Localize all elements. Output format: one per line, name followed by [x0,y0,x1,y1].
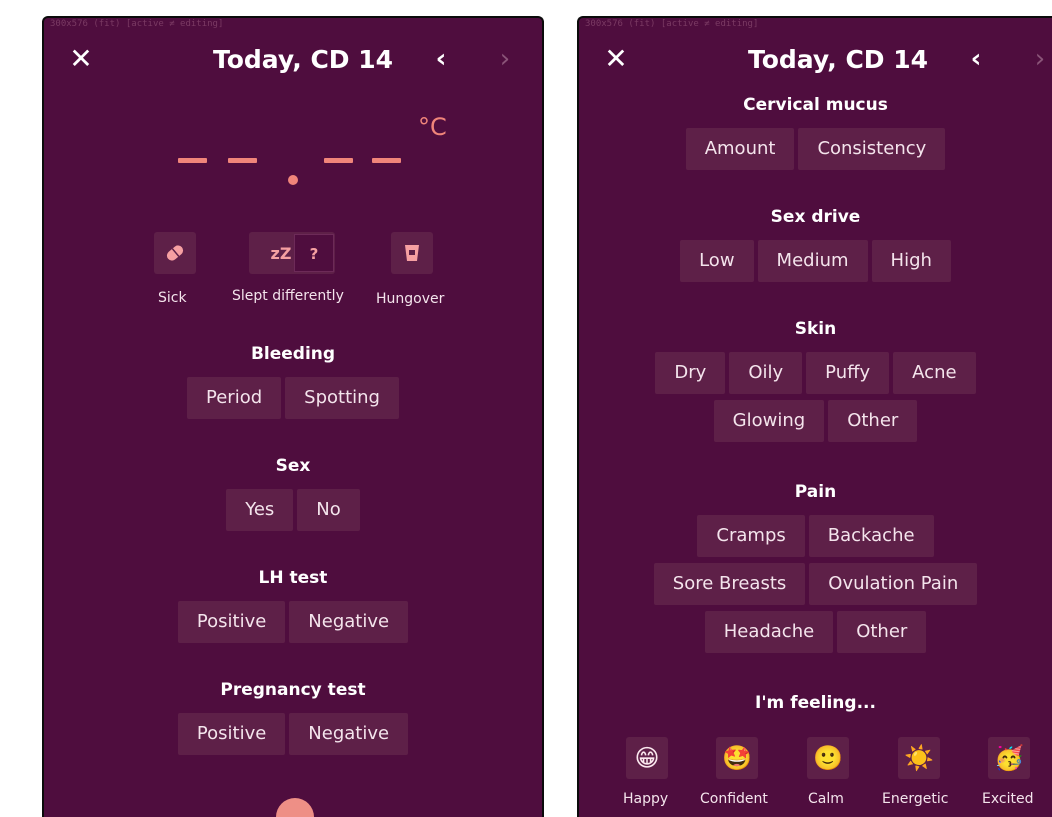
pregnancy-test-option-positive[interactable]: Positive [177,713,286,755]
temperature-digit-placeholder [324,158,353,163]
mood-confident-label: Confident [700,791,768,807]
lh-test-option-negative[interactable]: Negative [289,601,409,643]
mood-confident-button[interactable]: 🤩 [716,737,758,779]
skin-option-other[interactable]: Other [828,400,918,442]
pain-options-row1: Cramps Backache [579,515,1052,557]
skin-title: Skin [794,319,837,339]
next-day-icon[interactable]: › [1028,42,1052,78]
debug-overlay-text: 300x576 (fit) [active ≠ editing] [585,19,759,29]
skin-option-oily[interactable]: Oily [729,352,803,394]
mood-excited-label: Excited [982,791,1034,807]
previous-day-icon[interactable]: ‹ [964,42,988,78]
mood-happy-label: Happy [623,791,669,807]
header: ✕ Today, CD 14 ‹ › [579,42,1052,78]
pain-option-other[interactable]: Other [837,611,927,653]
temperature-unit: °C [418,113,447,141]
sick-label: Sick [158,290,187,306]
hungover-label: Hungover [376,291,445,307]
pain-option-headache[interactable]: Headache [704,611,834,653]
save-fab-button[interactable] [276,798,314,817]
feeling-title: I'm feeling... [755,693,876,713]
pill-icon [166,245,184,261]
sex-options: Yes No [44,489,542,531]
mood-energetic-label: Energetic [882,791,949,807]
sleep-icon: zZ [270,243,292,263]
sex-drive-option-high[interactable]: High [871,240,951,282]
debug-overlay-text: 300x576 (fit) [active ≠ editing] [50,19,224,29]
party-emoji-icon: 🥳 [994,744,1024,772]
pain-option-cramps[interactable]: Cramps [697,515,805,557]
skin-option-dry[interactable]: Dry [655,352,726,394]
sex-drive-option-medium[interactable]: Medium [757,240,868,282]
happy-emoji-icon: 😁 [634,744,660,772]
pain-option-backache[interactable]: Backache [808,515,934,557]
skin-options-row2: Glowing Other [579,400,1052,442]
close-icon[interactable]: ✕ [66,42,96,78]
previous-day-icon[interactable]: ‹ [429,42,453,78]
pregnancy-test-option-negative[interactable]: Negative [289,713,409,755]
page-title: Today, CD 14 [748,45,929,74]
glass-icon [405,245,419,261]
lh-test-title: LH test [258,568,328,588]
bleeding-title: Bleeding [250,344,336,364]
temperature-digit-placeholder [178,158,207,163]
pregnancy-test-title: Pregnancy test [220,680,366,700]
lh-test-options: Positive Negative [44,601,542,643]
sun-emoji-icon: ☀️ [904,744,934,772]
star-struck-emoji-icon: 🤩 [722,744,752,772]
header: ✕ Today, CD 14 ‹ › [44,42,542,78]
sex-title: Sex [275,456,311,476]
temperature-digit-placeholder [228,158,257,163]
sick-toggle[interactable] [154,232,196,274]
page-title: Today, CD 14 [213,45,394,74]
smile-emoji-icon: 🙂 [813,744,843,772]
cervical-mucus-option-amount[interactable]: Amount [685,128,795,170]
lh-test-option-positive[interactable]: Positive [177,601,286,643]
sex-option-yes[interactable]: Yes [226,489,294,531]
skin-option-puffy[interactable]: Puffy [806,352,890,394]
pain-options-row3: Headache Other [579,611,1052,653]
mood-happy-button[interactable]: 😁 [626,737,668,779]
sex-drive-title: Sex drive [770,207,861,227]
pain-options-row2: Sore Breasts Ovulation Pain [579,563,1052,605]
sex-drive-option-low[interactable]: Low [680,240,754,282]
mood-calm-button[interactable]: 🙂 [807,737,849,779]
skin-option-acne[interactable]: Acne [893,352,976,394]
skin-options-row1: Dry Oily Puffy Acne [579,352,1052,394]
sex-drive-options: Low Medium High [579,240,1052,282]
mood-excited-button[interactable]: 🥳 [988,737,1030,779]
unknown-badge[interactable]: ? [294,234,334,272]
temperature-input[interactable]: °C [178,113,478,193]
pain-option-sore-breasts[interactable]: Sore Breasts [653,563,806,605]
cervical-mucus-option-consistency[interactable]: Consistency [798,128,946,170]
pain-title: Pain [794,482,837,502]
decimal-point [288,175,298,185]
cervical-mucus-title: Cervical mucus [743,95,888,115]
sex-option-no[interactable]: No [297,489,360,531]
slept-differently-label: Slept differently [232,288,344,304]
bleeding-option-period[interactable]: Period [187,377,282,419]
close-icon[interactable]: ✕ [601,42,631,78]
next-day-icon[interactable]: › [493,42,517,78]
mood-energetic-button[interactable]: ☀️ [898,737,940,779]
skin-option-glowing[interactable]: Glowing [713,400,825,442]
tracking-panel-left: 300x576 (fit) [active ≠ editing] ✕ Today… [42,16,544,817]
pain-option-ovulation-pain[interactable]: Ovulation Pain [809,563,978,605]
bleeding-option-spotting[interactable]: Spotting [285,377,399,419]
tracking-panel-right: 300x576 (fit) [active ≠ editing] ✕ Today… [577,16,1052,817]
bleeding-options: Period Spotting [44,377,542,419]
mood-calm-label: Calm [808,791,844,807]
hungover-toggle[interactable] [391,232,433,274]
temperature-digit-placeholder [372,158,401,163]
cervical-mucus-options: Amount Consistency [579,128,1052,170]
pregnancy-test-options: Positive Negative [44,713,542,755]
